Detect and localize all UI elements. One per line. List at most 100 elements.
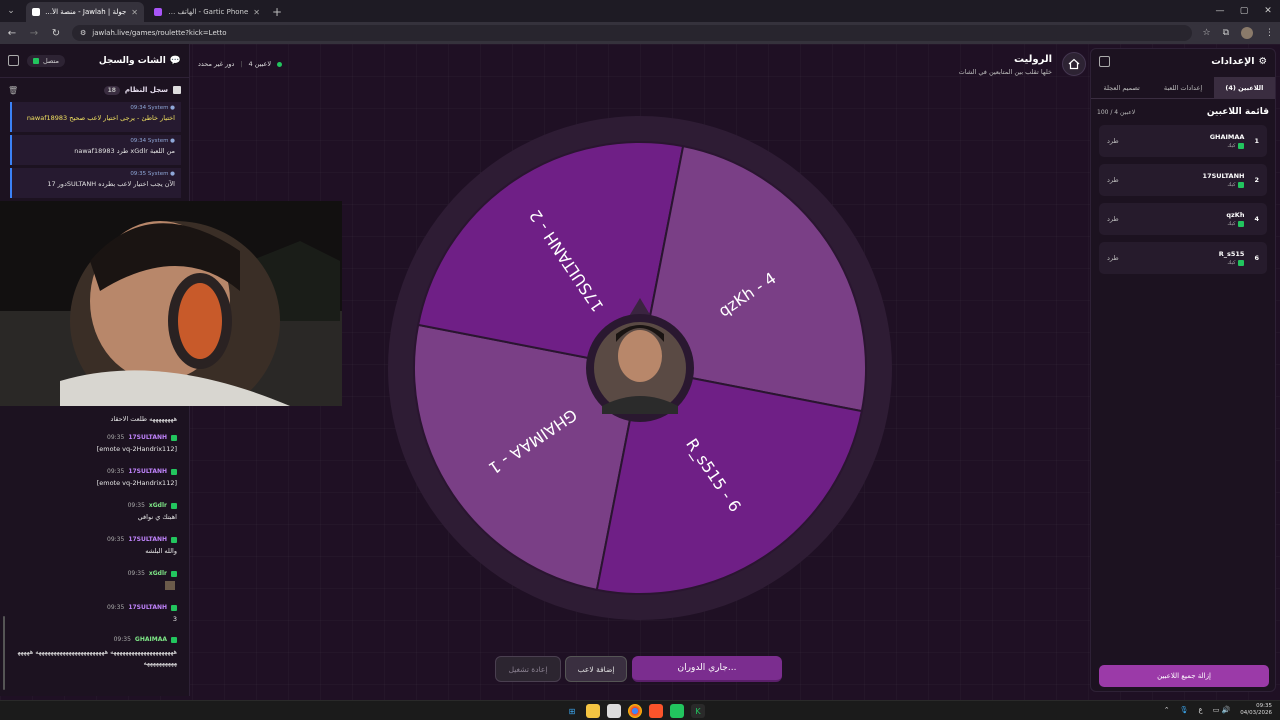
chat-message: 09:35 GHAIMAA هههههههههههههههههههههه هههه… <box>17 636 177 669</box>
chat-message-text <box>128 581 177 590</box>
chat-message: ههههههههه طلعت الاحقاد <box>110 411 177 423</box>
brave-icon[interactable] <box>649 704 663 718</box>
chat-message-text: 3 <box>172 615 177 623</box>
browser-tab-active[interactable]: جولة | Jawlah - منصة الألعاب ال ✕ <box>26 2 144 22</box>
window-controls: — ▢ ✕ <box>1208 0 1280 22</box>
file-explorer-icon[interactable] <box>586 704 600 718</box>
minimize-icon[interactable]: — <box>1208 0 1232 22</box>
trash-icon[interactable]: 🗑 <box>8 86 18 95</box>
game-title: الروليت <box>1013 54 1052 65</box>
chrome-icon[interactable] <box>628 704 642 718</box>
close-tab-icon[interactable]: ✕ <box>253 8 260 17</box>
reset-button[interactable]: إعادة تشغيل <box>495 656 561 682</box>
home-button[interactable] <box>1062 52 1086 76</box>
add-player-label: إضافة لاعب <box>577 664 615 674</box>
browser-tab[interactable]: Gartic Phone - الهاتف المكسور - ✕ <box>148 2 266 22</box>
turn-label: دور غير محدد <box>198 60 235 68</box>
chat-username[interactable]: 17SULTANH <box>128 468 167 475</box>
players-status: دور غير محدد | 4 لاعبين <box>198 60 283 68</box>
chat-username[interactable]: 17SULTANH <box>128 536 167 543</box>
tab-players[interactable]: اللاعبين (4) <box>1213 77 1275 98</box>
kick-player-button[interactable]: طرد <box>1107 176 1119 184</box>
bookmark-star-icon[interactable]: ☆ <box>1202 28 1210 38</box>
player-number: 2 <box>1254 176 1259 184</box>
chat-message: 09:35 xGdlr اهبتك ي نوافي <box>128 502 177 521</box>
calendar-app-icon[interactable] <box>607 704 621 718</box>
kick-icon <box>171 604 177 611</box>
chat-message-text: ههههههههه طلعت الاحقاد <box>110 415 177 423</box>
players-count: 4 لاعبين <box>248 60 272 68</box>
tray-chevron-icon[interactable]: ⌃ <box>1164 706 1170 714</box>
remove-all-players-button[interactable]: إزالة جميع اللاعبين <box>1099 665 1269 687</box>
chat-message-text: والله البلشه <box>145 547 177 555</box>
collapse-panel-icon[interactable] <box>1099 55 1110 67</box>
spin-button[interactable]: جاري الدوران... <box>632 656 782 682</box>
chat-username[interactable]: GHAIMAA <box>135 636 167 643</box>
language-indicator[interactable]: ع <box>1199 706 1203 714</box>
new-tab-button[interactable]: + <box>272 2 282 22</box>
menu-dots-icon[interactable]: ⋮ <box>1265 28 1274 38</box>
player-name: 17SULTANH <box>1202 172 1245 180</box>
system-log-checkbox[interactable] <box>173 86 181 94</box>
site-info-icon[interactable]: ⚙ <box>80 29 86 37</box>
chat-username[interactable]: 17SULTANH <box>128 434 167 441</box>
chat-username[interactable]: 17SULTANH <box>128 604 167 611</box>
tab-game-settings[interactable]: إعدادات اللعبة <box>1152 77 1213 98</box>
player-row: طرد qzKh كيك 4 <box>1099 203 1267 235</box>
url-field[interactable]: ⚙ jawlah.live/games/roulette?kick=Letto <box>72 25 1193 41</box>
chat-message-text: [emote vq-2Handrix112] <box>96 445 177 453</box>
back-icon[interactable]: ← <box>6 28 18 39</box>
close-window-icon[interactable]: ✕ <box>1256 0 1280 22</box>
player-number: 4 <box>1254 215 1259 223</box>
kick-icon <box>171 468 177 475</box>
system-log-title: سجل النظام <box>124 86 168 94</box>
chat-time: 09:35 <box>127 570 145 577</box>
chat-message: 09:35 17SULTANH والله البلشه <box>107 536 177 555</box>
gear-icon: ⚙ <box>1258 55 1267 67</box>
tab-wheel-design[interactable]: تصميم العجلة <box>1091 77 1152 98</box>
entry-time: 09:34 <box>130 138 147 144</box>
kick-app-icon[interactable]: K <box>691 704 705 718</box>
entry-text: nawaf18983 طرد xGdlr من اللعبة <box>74 147 175 155</box>
connection-status-text: متصل <box>43 56 60 65</box>
forward-icon[interactable]: → <box>28 28 40 39</box>
chat-username[interactable]: xGdlr <box>149 502 167 509</box>
kick-player-button[interactable]: طرد <box>1107 254 1119 262</box>
clock-date: 04/03/2026 <box>1240 710 1272 716</box>
tab-search-icon[interactable]: ⌄ <box>0 0 22 22</box>
chat-bubble-icon: 💬 <box>169 55 181 66</box>
entry-time: 09:35 <box>130 171 147 177</box>
chat-time: 09:35 <box>107 604 125 611</box>
connection-status-badge: متصل <box>27 54 66 67</box>
settings-tabs: تصميم العجلة إعدادات اللعبة اللاعبين (4) <box>1091 77 1275 99</box>
add-player-button[interactable]: إضافة لاعب <box>565 656 627 682</box>
players-limit: 100 / 4 لاعبين <box>1097 108 1136 116</box>
close-tab-icon[interactable]: ✕ <box>131 8 138 17</box>
reset-button-label: إعادة تشغيل <box>508 664 548 674</box>
chat-username[interactable]: xGdlr <box>149 570 167 577</box>
online-dot-icon <box>277 61 283 67</box>
entry-user: System <box>147 138 169 144</box>
app-icon[interactable] <box>670 704 684 718</box>
kick-icon <box>1238 182 1245 188</box>
collapse-panel-icon[interactable] <box>8 55 19 66</box>
reload-icon[interactable]: ↻ <box>50 28 62 39</box>
extensions-icon[interactable]: ⧉ <box>1223 28 1229 38</box>
player-row: طرد GHAIMAA كيك 1 <box>1099 125 1267 157</box>
settings-panel: الإعدادات ⚙ تصميم العجلة إعدادات اللعبة … <box>1090 48 1276 692</box>
network-volume-icons[interactable]: ▭ 🔊 <box>1213 706 1231 714</box>
kick-player-button[interactable]: طرد <box>1107 137 1119 145</box>
browser-tabbar: ⌄ جولة | Jawlah - منصة الألعاب ال ✕ Gart… <box>0 0 1280 22</box>
microphone-icon[interactable]: 🎙 <box>1180 706 1189 714</box>
url-text: jawlah.live/games/roulette?kick=Letto <box>92 29 227 37</box>
wheel-svg: GHAIMAA - 117SULTANH - 2 qzKh - 4R_s515 -… <box>388 116 892 620</box>
chat-scrollbar[interactable] <box>3 616 5 690</box>
chat-time: 09:35 <box>127 502 145 509</box>
profile-avatar[interactable] <box>1241 27 1253 39</box>
windows-start-icon[interactable]: ⊞ <box>565 704 579 718</box>
clock[interactable]: 09:35 04/03/2026 <box>1240 703 1272 717</box>
kick-player-button[interactable]: طرد <box>1107 215 1119 223</box>
kick-icon <box>171 570 177 577</box>
kick-icon <box>1238 143 1245 149</box>
maximize-icon[interactable]: ▢ <box>1232 0 1256 22</box>
